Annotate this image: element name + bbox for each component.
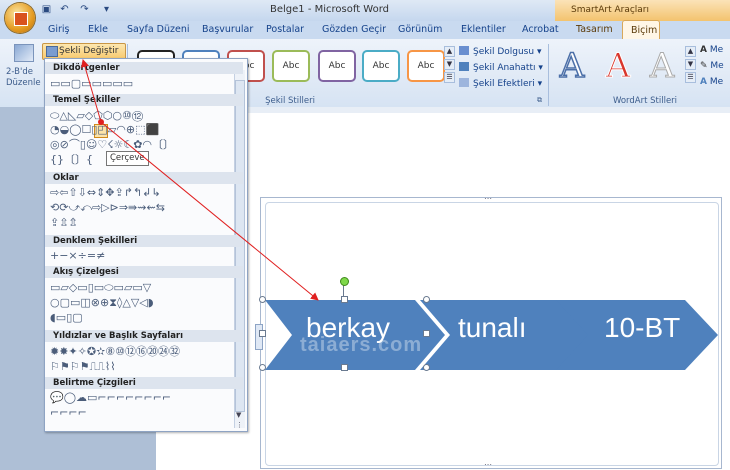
tab-sayfa-duzeni[interactable]: Sayfa Düzeni [127, 24, 190, 35]
wordart-style-3[interactable]: A [645, 46, 679, 87]
shape-fill-label: Şekil Dolgusu [473, 47, 535, 57]
styles-more-arrow[interactable]: ☰ [444, 72, 455, 83]
text-effects-button[interactable]: A Me [700, 77, 723, 87]
watermark-text: taiaers.com [300, 334, 423, 356]
shape-effects-button[interactable]: Şekil Efektleri ▾ [459, 78, 542, 89]
shape-row[interactable]: ◔◒◯☐▯◰▱◠⊕⬚⬛ [50, 124, 159, 136]
tab-bicim-label: Biçim [631, 25, 658, 36]
shape-row[interactable]: ▭▭▢▭▭▭▭▭ [50, 78, 133, 90]
section-flowchart: Akış Çizelgesi [45, 266, 243, 278]
office-button[interactable] [5, 3, 35, 33]
shape-row[interactable]: ⟲⟳⤻⤺⇨▷⊳⇒⇛⇝⇜⇆ [50, 202, 165, 214]
frame-top-grip[interactable]: ⋯ [484, 194, 492, 203]
shape-row[interactable]: +−×÷=≠ [50, 250, 105, 262]
customize-quick-access-icon[interactable]: ▾ [100, 4, 113, 16]
chevron-text-2[interactable]: tunalı [458, 312, 527, 344]
wordart-style-1[interactable]: A [555, 45, 589, 87]
shape-style-sample[interactable]: Abc [407, 50, 445, 82]
paint-bucket-icon [459, 46, 469, 55]
shape-outline-label: Şekil Anahattı [473, 63, 536, 73]
text-outline-label: Me [710, 61, 724, 71]
frame-bottom-grip[interactable]: ⋯ [484, 460, 492, 469]
shape-row[interactable]: ◎⊘⌒▯☺♡☇☼☾✿◠〔〕 [50, 139, 174, 151]
shape-row[interactable]: ⇪⇫⇬ [50, 217, 78, 229]
styles-down-arrow[interactable]: ▼ [444, 59, 455, 70]
shape-row[interactable]: {}〔〕{ [50, 154, 93, 166]
resize-handle[interactable] [341, 296, 348, 303]
resize-handle[interactable] [259, 330, 266, 337]
shape-row[interactable]: ⬭△◺▱◇⬠⬡○⑩⑫ [50, 110, 143, 122]
change-shape-icon [46, 46, 58, 57]
shape-row[interactable]: ○▢▭◫⊗⊕⧗◊△▽◁◗ [50, 297, 154, 309]
tab-gorunum[interactable]: Görünüm [398, 24, 442, 35]
shape-row[interactable]: ✹✸✦✧✪✫⑧⑩⑫⑯⑳㉔㉜ [50, 346, 180, 358]
section-stars-banners: Yıldızlar ve Başlık Sayfaları [45, 330, 243, 342]
section-arrows: Oklar [45, 172, 243, 184]
change-shape-label: Şekli Değiştir [59, 46, 119, 56]
section-basic-shapes: Temel Şekiller [45, 94, 243, 106]
wordart-style-2[interactable]: A [601, 46, 635, 87]
edit-in-2d-button[interactable]: 2-B'de Düzenle [4, 44, 41, 94]
tooltip: Çerçeve [106, 151, 149, 166]
wordart-down-arrow[interactable]: ▼ [685, 59, 696, 70]
tab-bicim[interactable]: Biçim [622, 20, 660, 40]
office-logo-icon [14, 12, 28, 26]
window-title: Belge1 - Microsoft Word [270, 4, 390, 15]
text-fill-button[interactable]: A Me [700, 45, 723, 55]
wordart-up-arrow[interactable]: ▲ [685, 46, 696, 57]
dialog-launcher-icon[interactable]: ⧉ [537, 96, 542, 105]
shape-row[interactable]: 💬◯☁▭⌐⌐⌐⌐⌐⌐⌐⌐ [50, 392, 171, 404]
save-icon[interactable]: ▣ [40, 4, 53, 16]
shape-fill-button[interactable]: Şekil Dolgusu ▾ [459, 46, 541, 57]
shape-row[interactable]: ⇨⇦⇧⇩⇔⇕✥⇪↱↰↲↳ [50, 187, 161, 199]
resize-handle[interactable] [341, 364, 348, 371]
resize-handle[interactable] [259, 296, 266, 303]
tab-eklentiler[interactable]: Eklentiler [461, 24, 506, 35]
shape-row[interactable]: ▭▱◇▭▯▭⬭▭▱▭▽ [50, 282, 151, 294]
section-equation-shapes: Denklem Şekilleri [45, 235, 243, 247]
rotate-handle[interactable] [340, 277, 349, 286]
shape-style-sample[interactable]: Abc [272, 50, 310, 82]
resize-handle[interactable] [259, 364, 266, 371]
redo-icon[interactable]: ↷ [78, 4, 91, 16]
smartart-tools-header: SmartArt Araçları [555, 0, 730, 21]
text-fill-label: Me [709, 45, 724, 55]
shape-row[interactable]: ⌐⌐⌐⌐ [50, 407, 87, 419]
text-outline-button[interactable]: ✎ Me [700, 61, 724, 71]
tab-postalar[interactable]: Postalar [266, 24, 304, 35]
shape-style-sample[interactable]: Abc [362, 50, 400, 82]
edit-2d-icon [14, 44, 34, 62]
section-callouts: Belirtme Çizgileri [45, 377, 243, 389]
wordart-styles-group-label: WordArt Stilleri [612, 96, 678, 106]
tab-acrobat[interactable]: Acrobat [522, 24, 559, 35]
ribbon-separator [548, 44, 549, 106]
wordart-more-arrow[interactable]: ☰ [685, 72, 696, 83]
pen-outline-icon [459, 62, 469, 71]
tab-gozden-gecir[interactable]: Gözden Geçir [322, 24, 386, 35]
tab-giris[interactable]: Giriş [48, 24, 70, 35]
undo-icon[interactable]: ↶ [58, 4, 71, 16]
edit-2d-label: 2-B'de Düzenle [6, 67, 41, 88]
tab-ekle[interactable]: Ekle [88, 24, 108, 35]
shape-effects-label: Şekil Efektleri [473, 79, 535, 89]
resize-handle[interactable] [423, 364, 430, 371]
shape-row[interactable]: ⚐⚑⚐⚑⎍⎍⌇⌇ [50, 361, 116, 373]
shape-row[interactable]: ◖▭▯▢ [50, 312, 83, 324]
resize-handle[interactable] [423, 330, 430, 337]
shape-style-sample[interactable]: Abc [318, 50, 356, 82]
section-rectangles: Dikdörtgenler [45, 62, 243, 74]
text-effects-label: Me [709, 77, 724, 87]
context-group-label: SmartArt Araçları [571, 5, 650, 15]
chevron-text-3[interactable]: 10-BT [604, 312, 680, 344]
resize-grip-icon[interactable]: ⋮ [236, 421, 243, 429]
styles-up-arrow[interactable]: ▲ [444, 46, 455, 57]
tab-basvurular[interactable]: Başvurular [202, 24, 253, 35]
tab-tasarim[interactable]: Tasarım [576, 24, 613, 35]
shape-outline-button[interactable]: Şekil Anahattı ▾ [459, 62, 543, 73]
effects-icon [459, 78, 469, 87]
resize-handle[interactable] [423, 296, 430, 303]
scroll-down-arrow[interactable]: ▼ [236, 411, 241, 419]
